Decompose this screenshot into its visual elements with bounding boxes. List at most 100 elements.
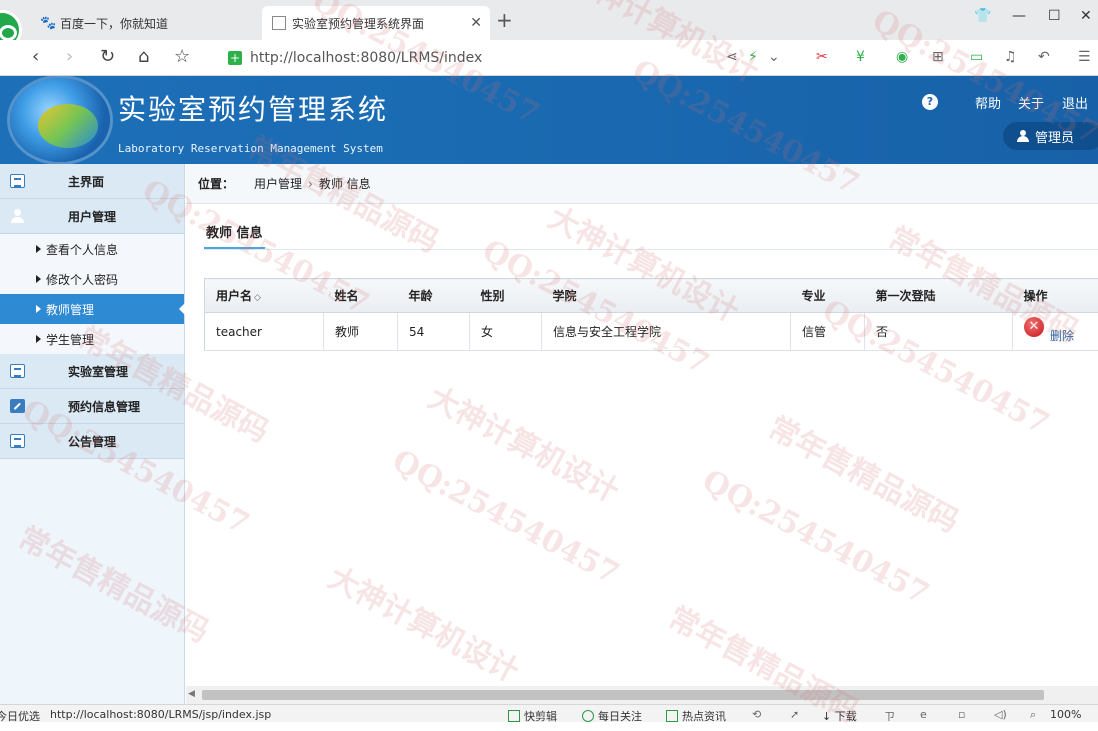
- sidebar-item-label: 公告管理: [68, 433, 116, 450]
- current-user-name: 管理员: [1035, 127, 1074, 146]
- scroll-left-icon[interactable]: ◀: [188, 689, 195, 699]
- url-text: http://localhost:8080/LRMS/index: [250, 50, 482, 66]
- sidebar-subitem-label: 学生管理: [46, 331, 94, 348]
- sidebar-subitem-change-password[interactable]: 修改个人密码: [0, 264, 184, 294]
- apps-icon[interactable]: ⊞: [932, 49, 944, 65]
- column-header-age: 年龄: [398, 279, 470, 313]
- column-header-label: 姓名: [335, 289, 359, 303]
- list-icon: [10, 434, 25, 448]
- scrollbar-thumb[interactable]: [202, 690, 1044, 700]
- ie-icon[interactable]: e: [920, 708, 927, 721]
- column-header-label: 用户名: [216, 289, 252, 303]
- table-row: teacher 教师 54 女 信息与安全工程学院 信管 否 ✕ 删除: [205, 313, 1098, 351]
- sidebar-item-lab-mgmt[interactable]: 实验室管理: [0, 354, 184, 389]
- sidebar-item-label: 预约信息管理: [68, 398, 140, 415]
- tab-baidu[interactable]: 🐾 百度一下，你就知道: [30, 6, 260, 40]
- sidebar-subitem-teacher-mgmt[interactable]: 教师管理: [0, 294, 184, 324]
- chevron-down-icon[interactable]: ⌄: [768, 49, 780, 65]
- close-window-icon[interactable]: ✕: [1080, 8, 1092, 24]
- breadcrumb-label: 位置：: [198, 175, 234, 192]
- sidebar-item-reservation-mgmt[interactable]: 预约信息管理: [0, 389, 184, 424]
- share-icon[interactable]: ⋖: [726, 49, 738, 65]
- money-icon[interactable]: ¥: [856, 49, 865, 65]
- play-icon: [582, 710, 594, 722]
- logout-link[interactable]: 退出: [1062, 93, 1088, 112]
- breadcrumb: 位置： 用户管理 › 教师 信息: [186, 164, 1098, 204]
- browser-tab-bar: 🐾 百度一下，你就知道 实验室预约管理系统界面 ✕ + 👕 — ☐ ✕: [0, 0, 1098, 40]
- sidebar-item-main[interactable]: 主界面: [0, 164, 184, 199]
- sidebar-item-user-mgmt[interactable]: 用户管理: [0, 199, 184, 234]
- lightning-icon[interactable]: ⚡: [748, 49, 758, 65]
- sidebar-subitem-label: 教师管理: [46, 301, 94, 318]
- sidebar-item-notice-mgmt[interactable]: 公告管理: [0, 424, 184, 459]
- globe-logo-icon: [10, 78, 110, 162]
- new-tab-icon[interactable]: +: [496, 8, 513, 32]
- status-bar: 今日优选 http://localhost:8080/LRMS/jsp/inde…: [0, 704, 1098, 722]
- scissors-icon[interactable]: ✂: [816, 49, 828, 65]
- column-header-gender: 性别: [470, 279, 542, 313]
- triangle-right-icon: [36, 275, 41, 283]
- user-icon: [1017, 130, 1029, 142]
- cell-first-login: 否: [865, 313, 1013, 351]
- address-bar: ‹ › ↻ ⌂ ☆ + http://localhost:8080/LRMS/i…: [0, 40, 1098, 76]
- rocket-icon[interactable]: ➚: [790, 708, 799, 721]
- breadcrumb-item[interactable]: 用户管理: [254, 175, 302, 192]
- headphones-icon[interactable]: ♫: [1004, 49, 1017, 65]
- forward-icon[interactable]: ›: [66, 46, 73, 67]
- chat-icon[interactable]: ◉: [896, 49, 908, 65]
- volume-icon[interactable]: ◁): [994, 708, 1007, 721]
- sidebar-subitem-label: 修改个人密码: [46, 271, 118, 288]
- back-icon[interactable]: ‹: [32, 46, 39, 67]
- sidebar-subitem-label: 查看个人信息: [46, 241, 118, 258]
- app-subtitle: Laboratory Reservation Management System: [118, 142, 383, 155]
- delete-link[interactable]: 删除: [1050, 327, 1074, 344]
- menu-icon[interactable]: ☰: [1078, 49, 1091, 65]
- list-icon: [10, 364, 25, 378]
- battery-icon[interactable]: ▭: [970, 49, 983, 65]
- video-icon: [508, 710, 520, 722]
- download-icon: ↓: [822, 710, 835, 723]
- skin-icon[interactable]: 👕: [974, 8, 991, 24]
- secure-icon: +: [228, 51, 242, 65]
- delete-icon[interactable]: ✕: [1024, 317, 1044, 337]
- zoom-level[interactable]: 100%: [1050, 708, 1081, 721]
- tab-baidu-label: 百度一下，你就知道: [60, 15, 168, 32]
- about-link[interactable]: 关于: [1018, 93, 1044, 112]
- url-field[interactable]: + http://localhost:8080/LRMS/index: [228, 44, 788, 72]
- maximize-icon[interactable]: ☐: [1048, 8, 1061, 24]
- help-link[interactable]: 帮助: [975, 93, 1001, 112]
- triangle-right-icon: [36, 245, 41, 253]
- app-header: 实验室预约管理系统 Laboratory Reservation Managem…: [0, 76, 1098, 164]
- reload-icon[interactable]: ↻: [100, 46, 115, 67]
- delete-action[interactable]: ✕ 删除: [1024, 319, 1098, 344]
- status-label: 热点资讯: [682, 710, 726, 723]
- sidebar-subitem-student-mgmt[interactable]: 学生管理: [0, 324, 184, 354]
- undo-icon[interactable]: ↶: [1038, 49, 1050, 65]
- minimize-icon[interactable]: —: [1012, 8, 1026, 24]
- bookmark-star-icon[interactable]: ☆: [174, 46, 190, 67]
- refresh-status-icon[interactable]: ⟲: [752, 708, 761, 721]
- horizontal-scrollbar[interactable]: ◀: [186, 686, 1098, 704]
- sidebar-item-label: 主界面: [68, 173, 104, 190]
- current-user-badge[interactable]: 管理员: [1003, 122, 1098, 150]
- table-header-row: 用户名◇ 姓名 年龄 性别 学院 专业 第一次登陆 操作: [205, 279, 1098, 313]
- cell-action: ✕ 删除: [1013, 313, 1098, 351]
- home-icon[interactable]: ⌂: [138, 46, 149, 67]
- close-tab-icon[interactable]: ✕: [470, 15, 482, 31]
- column-header-label: 操作: [1024, 289, 1048, 303]
- column-header-action: 操作: [1013, 279, 1098, 313]
- tab-lrms[interactable]: 实验室预约管理系统界面 ✕: [262, 6, 490, 40]
- help-icon[interactable]: ?: [922, 94, 938, 110]
- cell-username: teacher: [205, 313, 324, 351]
- search-status-icon[interactable]: ⌕: [1030, 708, 1036, 722]
- triangle-right-icon: [36, 305, 41, 313]
- sort-icon[interactable]: ◇: [254, 293, 261, 303]
- column-header-first-login: 第一次登陆: [865, 279, 1013, 313]
- window-icon[interactable]: ▫: [958, 708, 965, 721]
- sidebar-subitem-view-profile[interactable]: 查看个人信息: [0, 234, 184, 264]
- cell-gender: 女: [470, 313, 542, 351]
- column-header-label: 学院: [553, 289, 577, 303]
- column-header-username[interactable]: 用户名◇: [205, 279, 324, 313]
- app-title: 实验室预约管理系统: [118, 88, 388, 128]
- column-header-name: 姓名: [324, 279, 398, 313]
